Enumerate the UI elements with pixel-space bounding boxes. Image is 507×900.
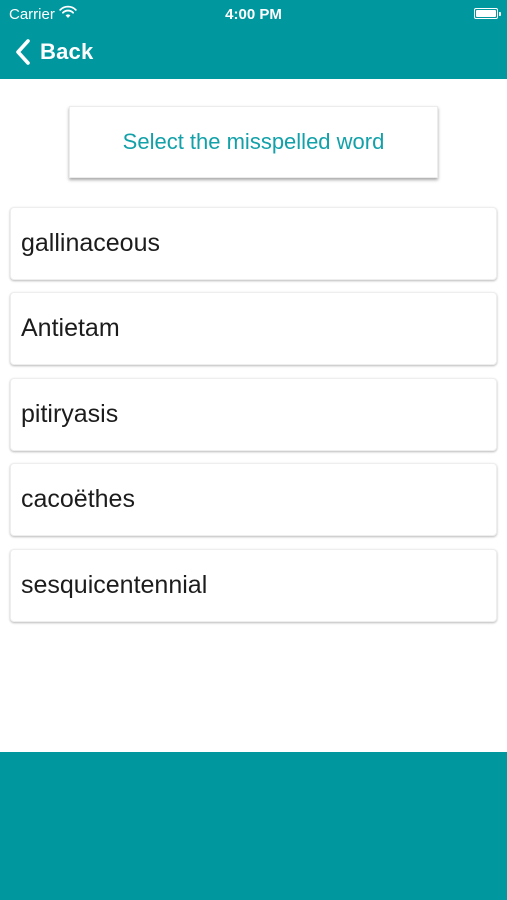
- back-label: Back: [40, 39, 94, 64]
- prompt-card: Select the misspelled word: [69, 106, 438, 178]
- option-label: Antietam: [21, 314, 120, 342]
- option-label: pitiryasis: [21, 400, 119, 428]
- option-button[interactable]: Antietam: [10, 292, 497, 365]
- option-button[interactable]: cacoëthes: [10, 463, 497, 536]
- option-button[interactable]: sesquicentennial: [10, 549, 497, 622]
- option-label: cacoëthes: [21, 485, 135, 513]
- option-label: gallinaceous: [21, 229, 160, 257]
- option-button[interactable]: gallinaceous: [10, 207, 497, 280]
- back-button[interactable]: Back: [14, 36, 93, 68]
- option-button[interactable]: pitiryasis: [10, 378, 497, 451]
- status-bar: Carrier 4:00 PM: [0, 0, 507, 28]
- status-time: 4:00 PM: [225, 6, 282, 23]
- prompt-text: Select the misspelled word: [122, 129, 385, 154]
- battery-icon: [474, 8, 501, 19]
- option-label: sesquicentennial: [21, 571, 208, 599]
- chevron-left-icon: [16, 39, 30, 65]
- footer-bar: [0, 752, 507, 900]
- top-bar: Carrier 4:00 PM Back: [0, 0, 507, 79]
